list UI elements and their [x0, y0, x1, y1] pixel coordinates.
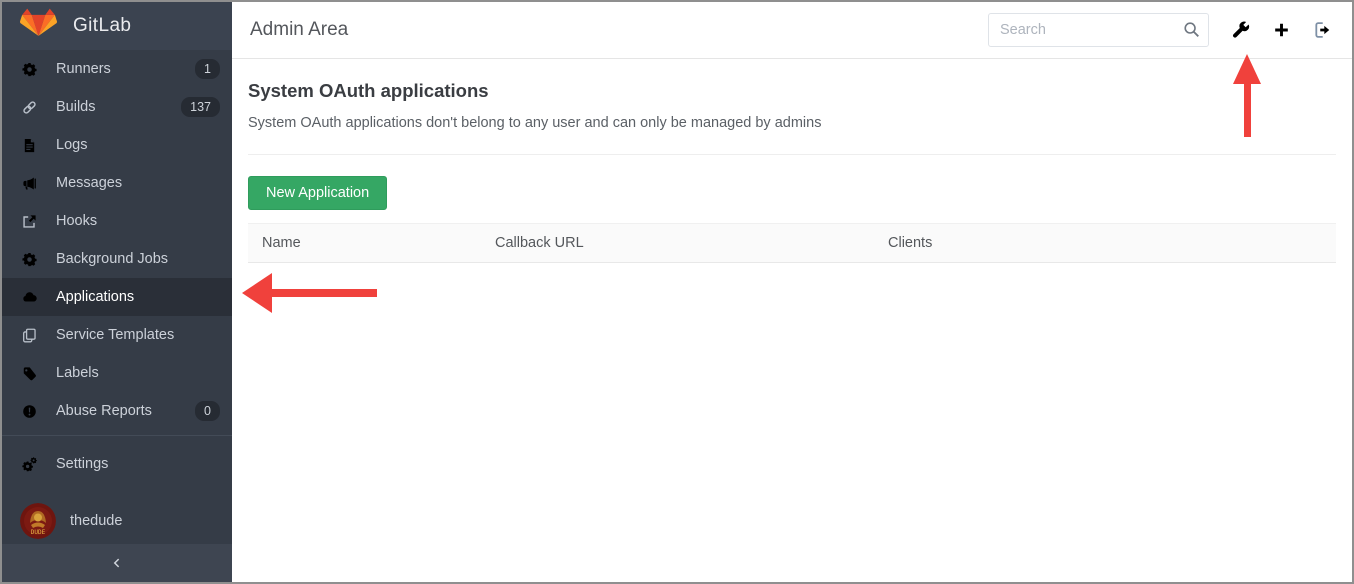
tag-icon [20, 365, 38, 381]
sidebar-item-label: Logs [56, 137, 220, 153]
count-badge: 0 [195, 401, 220, 422]
oauth-applications-section: System OAuth applications System OAuth a… [232, 59, 1352, 582]
section-description: System OAuth applications don't belong t… [248, 115, 1336, 131]
column-header-clients: Clients [874, 235, 1336, 251]
admin-sidebar: GitLab Runners 1 Builds 137 Logs Message… [2, 2, 232, 582]
gitlab-tanuki-logo-icon [20, 8, 57, 44]
sidebar-item-label: Abuse Reports [56, 403, 195, 419]
sidebar-item-logs[interactable]: Logs [2, 126, 232, 164]
table-header-row: Name Callback URL Clients [248, 223, 1336, 263]
count-badge: 137 [181, 97, 220, 118]
section-divider [248, 154, 1336, 155]
sidebar-item-service-templates[interactable]: Service Templates [2, 316, 232, 354]
new-application-button[interactable]: New Application [248, 176, 387, 210]
cog-icon [20, 61, 38, 77]
sidebar-divider [2, 435, 232, 436]
bullhorn-icon [20, 175, 38, 191]
chevron-left-icon [111, 556, 123, 570]
sidebar-item-abuse-reports[interactable]: Abuse Reports 0 [2, 392, 232, 430]
main-panel: Admin Area System OAuth applications Sys… [232, 2, 1352, 582]
sidebar-item-label: Applications [56, 289, 220, 305]
gitlab-admin-window: GitLab Runners 1 Builds 137 Logs Message… [0, 0, 1354, 584]
wrench-icon[interactable] [1231, 21, 1250, 39]
top-header-bar: Admin Area [232, 2, 1352, 59]
username-label: thedude [70, 513, 122, 529]
cloud-icon [20, 289, 38, 305]
cog-icon [20, 251, 38, 267]
sidebar-item-label: Labels [56, 365, 220, 381]
sidebar-item-label: Service Templates [56, 327, 220, 343]
sidebar-item-applications[interactable]: Applications [2, 278, 232, 316]
sidebar-item-settings[interactable]: Settings [2, 445, 232, 483]
sidebar-user-profile[interactable]: DUDE thedude [2, 495, 232, 547]
plus-icon[interactable] [1272, 21, 1291, 39]
column-header-callback-url: Callback URL [481, 235, 874, 251]
gitlab-home-link[interactable]: GitLab [2, 2, 232, 50]
sidebar-item-labels[interactable]: Labels [2, 354, 232, 392]
search-icon [1183, 21, 1200, 38]
sidebar-item-messages[interactable]: Messages [2, 164, 232, 202]
copy-icon [20, 327, 38, 343]
sidebar-item-runners[interactable]: Runners 1 [2, 50, 232, 88]
gitlab-wordmark: GitLab [73, 15, 131, 37]
sidebar-item-label: Builds [56, 99, 181, 115]
link-icon [20, 99, 38, 115]
count-badge: 1 [195, 59, 220, 80]
avatar: DUDE [20, 503, 56, 539]
exclamation-circle-icon [20, 403, 38, 419]
page-title: Admin Area [250, 19, 348, 41]
sidebar-item-label: Runners [56, 61, 195, 77]
external-link-icon [20, 213, 38, 229]
sign-out-icon[interactable] [1313, 21, 1332, 39]
sidebar-item-builds[interactable]: Builds 137 [2, 88, 232, 126]
section-heading: System OAuth applications [248, 80, 1336, 102]
sidebar-item-label: Background Jobs [56, 251, 220, 267]
sidebar-nav: Runners 1 Builds 137 Logs Messages Hooks [2, 50, 232, 430]
cogs-icon [20, 456, 38, 472]
sidebar-item-hooks[interactable]: Hooks [2, 202, 232, 240]
sidebar-item-label: Settings [56, 456, 220, 472]
sidebar-item-label: Messages [56, 175, 220, 191]
applications-table: Name Callback URL Clients [248, 223, 1336, 263]
sidebar-item-background-jobs[interactable]: Background Jobs [2, 240, 232, 278]
header-actions [988, 13, 1332, 47]
search-box [988, 13, 1209, 47]
search-input[interactable] [988, 13, 1209, 47]
sidebar-collapse-button[interactable] [2, 544, 232, 582]
sidebar-item-label: Hooks [56, 213, 220, 229]
svg-text:DUDE: DUDE [31, 529, 46, 536]
column-header-name: Name [248, 235, 481, 251]
file-text-icon [20, 137, 38, 153]
